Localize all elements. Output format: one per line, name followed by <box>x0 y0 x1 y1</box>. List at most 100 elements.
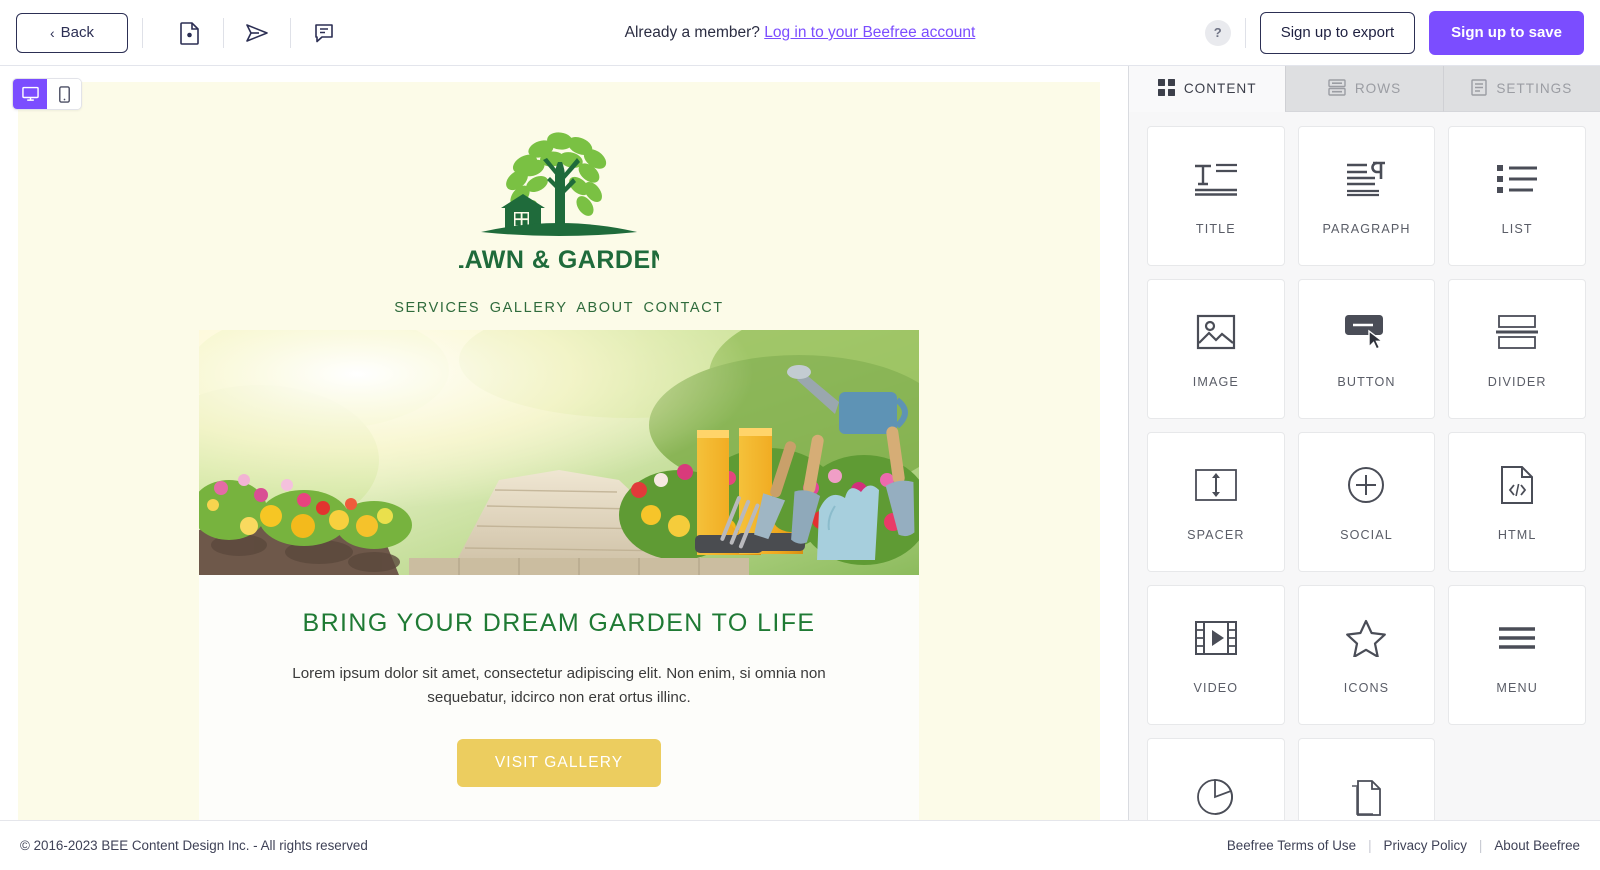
nav-item-gallery[interactable]: GALLERY <box>490 300 568 316</box>
tile-social-label: SOCIAL <box>1340 528 1393 542</box>
grid-icon <box>1157 78 1175 99</box>
spacer-icon <box>1194 462 1237 508</box>
tile-paragraph[interactable]: PARAGRAPH <box>1297 126 1436 266</box>
rows-icon <box>1328 78 1346 99</box>
tile-paper-stack[interactable] <box>1297 738 1436 820</box>
toolbar-divider <box>142 17 143 48</box>
content-tile-grid: TITLE PARAGRAPH LIST IMAGE BUTTON DIVIDE… <box>1129 112 1600 820</box>
device-desktop-button[interactable] <box>13 79 47 109</box>
svg-text:LAWN & GARDEN: LAWN & GARDEN <box>459 246 659 274</box>
tile-html-label: HTML <box>1497 528 1537 542</box>
tile-video[interactable]: VIDEO <box>1147 585 1285 725</box>
toolbar-divider <box>290 17 291 48</box>
email-paragraph[interactable]: Lorem ipsum dolor sit amet, consectetur … <box>199 638 919 709</box>
hero-image[interactable] <box>199 330 919 575</box>
tab-content[interactable]: CONTENT <box>1129 66 1286 112</box>
tile-title-label: TITLE <box>1195 222 1236 236</box>
email-nav-menu[interactable]: SERVICES GALLERY ABOUT CONTACT <box>18 284 1100 330</box>
image-icon <box>1196 309 1236 355</box>
divider-icon <box>1495 309 1539 355</box>
sign-up-to-save-button[interactable]: Sign up to save <box>1429 10 1584 55</box>
tile-list-label: LIST <box>1501 222 1533 236</box>
tab-settings[interactable]: SETTINGS <box>1442 66 1600 112</box>
toolbar-divider <box>223 17 224 48</box>
tile-button[interactable]: BUTTON <box>1297 279 1436 419</box>
list-icon <box>1495 156 1539 202</box>
tile-video-label: VIDEO <box>1193 681 1239 695</box>
email-cta-wrapper: VISIT GALLERY <box>199 709 919 788</box>
visit-gallery-button[interactable]: VISIT GALLERY <box>456 739 662 788</box>
tile-icons-label: ICONS <box>1343 681 1390 695</box>
app-root: ‹ Back Already a member? Log in to your … <box>0 0 1600 870</box>
right-sidebar: CONTENT ROWS SETTINGS TITLE PARAGRAPH LI… <box>1128 66 1600 820</box>
tile-spacer[interactable]: SPACER <box>1147 432 1285 572</box>
email-canvas[interactable]: LAWN & GARDEN SERVICES GALLERY ABOUT CON… <box>18 82 1100 820</box>
menu-icon <box>1497 615 1537 661</box>
send-test-icon[interactable] <box>238 14 276 52</box>
email-headline[interactable]: BRING YOUR DREAM GARDEN TO LIFE <box>199 575 919 638</box>
html-code-icon <box>1500 462 1534 508</box>
star-icon <box>1346 615 1387 661</box>
tab-content-label: CONTENT <box>1183 81 1257 96</box>
tile-social[interactable]: SOCIAL <box>1297 432 1436 572</box>
toolbar-right-group: ? Sign up to export Sign up to save <box>1204 10 1584 55</box>
tab-rows-label: ROWS <box>1354 81 1402 96</box>
tile-image[interactable]: IMAGE <box>1147 279 1285 419</box>
content-bottom-spacer <box>199 787 919 820</box>
tile-spacer-label: SPACER <box>1187 528 1245 542</box>
title-icon <box>1193 156 1239 202</box>
nav-item-services[interactable]: SERVICES <box>394 300 480 316</box>
paper-stack-icon <box>1348 775 1384 820</box>
tile-divider[interactable]: DIVIDER <box>1448 279 1586 419</box>
back-chevron-icon: ‹ <box>49 24 55 41</box>
paragraph-icon <box>1343 156 1389 202</box>
toolbar-icon-group <box>171 14 343 52</box>
tile-button-label: BUTTON <box>1337 375 1396 389</box>
top-toolbar: ‹ Back Already a member? Log in to your … <box>0 0 1600 66</box>
tile-list[interactable]: LIST <box>1448 126 1586 266</box>
terms-of-use-link[interactable]: Beefree Terms of Use <box>1227 838 1356 853</box>
toolbar-divider <box>1244 17 1246 48</box>
gif-icon <box>1195 775 1237 820</box>
tile-icons[interactable]: ICONS <box>1297 585 1436 725</box>
app-footer: © 2016-2023 BEE Content Design Inc. - Al… <box>0 820 1600 870</box>
footer-separator: | <box>1368 838 1372 853</box>
button-icon <box>1343 309 1389 355</box>
nav-item-about[interactable]: ABOUT <box>576 300 634 316</box>
settings-doc-icon <box>1471 78 1488 99</box>
privacy-policy-link[interactable]: Privacy Policy <box>1384 838 1467 853</box>
back-button[interactable]: ‹ Back <box>16 12 128 53</box>
tile-html[interactable]: HTML <box>1448 432 1586 572</box>
tile-menu[interactable]: MENU <box>1448 585 1586 725</box>
footer-separator: | <box>1478 838 1483 853</box>
file-preview-icon[interactable] <box>171 14 209 52</box>
device-toggle <box>12 78 82 110</box>
workspace: LAWN & GARDEN SERVICES GALLERY ABOUT CON… <box>0 66 1600 820</box>
back-button-label: Back <box>60 24 95 41</box>
video-icon <box>1194 615 1238 661</box>
sign-up-to-export-button[interactable]: Sign up to export <box>1259 11 1416 54</box>
device-mobile-button[interactable] <box>47 79 81 109</box>
lawn-and-garden-logo-icon: LAWN & GARDEN <box>459 132 659 274</box>
tile-title[interactable]: TITLE <box>1147 126 1285 266</box>
email-template: LAWN & GARDEN SERVICES GALLERY ABOUT CON… <box>18 82 1100 820</box>
tile-image-label: IMAGE <box>1192 375 1239 389</box>
editor-stage: LAWN & GARDEN SERVICES GALLERY ABOUT CON… <box>0 66 1128 820</box>
logo-block[interactable]: LAWN & GARDEN <box>18 82 1100 284</box>
comment-icon[interactable] <box>305 14 343 52</box>
sidebar-tabs: CONTENT ROWS SETTINGS <box>1129 66 1600 112</box>
member-prompt-text: Already a member? <box>624 24 760 41</box>
copyright-text: © 2016-2023 BEE Content Design Inc. - Al… <box>20 838 368 853</box>
about-beefree-link[interactable]: About Beefree <box>1494 838 1580 853</box>
help-icon[interactable]: ? <box>1204 19 1231 46</box>
footer-links: Beefree Terms of Use | Privacy Policy | … <box>1227 838 1580 853</box>
email-content-block: BRING YOUR DREAM GARDEN TO LIFE Lorem ip… <box>199 330 919 820</box>
login-link[interactable]: Log in to your Beefree account <box>764 24 975 41</box>
social-plus-icon <box>1347 462 1385 508</box>
nav-item-contact[interactable]: CONTACT <box>644 300 724 316</box>
tile-paragraph-label: PARAGRAPH <box>1322 222 1411 236</box>
tile-menu-label: MENU <box>1496 681 1538 695</box>
tab-rows[interactable]: ROWS <box>1285 66 1443 112</box>
tile-divider-label: DIVIDER <box>1487 375 1547 389</box>
tile-gif[interactable] <box>1147 738 1285 820</box>
